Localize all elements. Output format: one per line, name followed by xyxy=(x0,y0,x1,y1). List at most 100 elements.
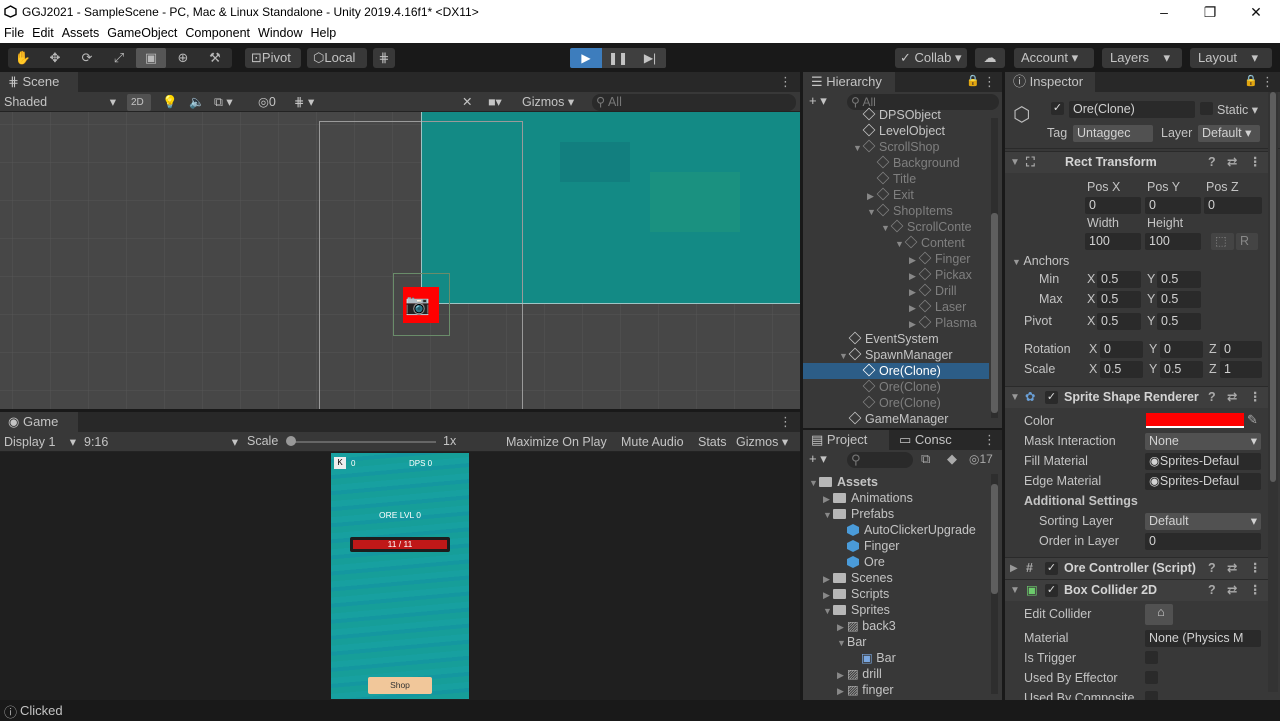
pivot-x-field[interactable]: 0.5 xyxy=(1097,313,1141,330)
rot-z-field[interactable]: 0 xyxy=(1220,341,1262,358)
project-item[interactable]: ▶ ▨ drill xyxy=(837,666,882,682)
project-search-input[interactable]: ⚲ xyxy=(847,452,913,468)
fill-material-field[interactable]: ◉Sprites-Defaul xyxy=(1145,453,1261,470)
maximize-icon[interactable]: ❐ xyxy=(1187,0,1233,24)
rotate-tool-icon[interactable]: ⟳ xyxy=(72,48,102,68)
rect-transform-header[interactable]: ▼ ⛶ Rect Transform ? ⇄ ⋮ xyxy=(1005,151,1268,173)
filter-label-icon[interactable]: ◆ xyxy=(947,451,957,467)
hierarchy-item[interactable]: ▶ Plasma xyxy=(803,315,989,331)
tag-dropdown[interactable]: Untaggec xyxy=(1073,125,1153,142)
collapsed-arrow-icon[interactable]: ▶ xyxy=(823,491,833,507)
used-by-effector-checkbox[interactable] xyxy=(1145,671,1158,684)
anchors-foldout[interactable]: ▼ Anchors xyxy=(1012,254,1069,268)
hierarchy-item[interactable]: Ore(Clone) xyxy=(803,363,989,379)
posx-field[interactable]: 0 xyxy=(1085,197,1141,214)
layer-dropdown[interactable]: Default ▾ xyxy=(1198,125,1260,142)
layers-dropdown[interactable]: Layers ▾ xyxy=(1102,48,1182,68)
hierarchy-item[interactable]: Background xyxy=(803,155,989,171)
max-y-field[interactable]: 0.5 xyxy=(1157,291,1201,308)
component-menu-icon[interactable]: ⋮ xyxy=(1249,152,1262,173)
component-menu-icon[interactable]: ⋮ xyxy=(1249,558,1262,579)
project-item[interactable]: Finger xyxy=(837,538,899,554)
raw-edit-button[interactable]: R xyxy=(1236,233,1258,250)
collapsed-arrow-icon[interactable]: ▶ xyxy=(837,619,847,635)
collapsed-arrow-icon[interactable]: ▶ xyxy=(823,571,833,587)
posz-field[interactable]: 0 xyxy=(1204,197,1262,214)
2d-toggle[interactable]: 2D xyxy=(127,94,151,111)
expanded-arrow-icon[interactable]: ▼ xyxy=(809,475,819,491)
scale-x-field[interactable]: 0.5 xyxy=(1100,361,1143,378)
game-screen[interactable]: K 0 DPS 0 ORE LVL 0 11 / 11 Shop xyxy=(331,453,469,699)
rot-y-field[interactable]: 0 xyxy=(1160,341,1203,358)
snap-grid-icon[interactable]: ⋕ xyxy=(373,48,395,68)
rect-tool-icon[interactable]: ▣ xyxy=(136,48,166,68)
grid-icon[interactable]: ⋕ ▾ xyxy=(290,94,326,111)
color-swatch[interactable] xyxy=(1146,413,1244,428)
tab-console[interactable]: ▭ Consc xyxy=(891,430,955,450)
inspector-scrollbar[interactable] xyxy=(1268,92,1278,692)
component-menu-icon[interactable]: ⋮ xyxy=(1249,580,1262,601)
hierarchy-item[interactable]: ▼ ScrollShop xyxy=(803,139,989,155)
cloud-icon[interactable]: ☁ xyxy=(975,48,1005,68)
scale-z-field[interactable]: 1 xyxy=(1220,361,1262,378)
hierarchy-item[interactable]: GameManager xyxy=(803,411,989,427)
collapsed-arrow-icon[interactable]: ▶ xyxy=(837,667,847,683)
sorting-layer-dropdown[interactable]: Default ▾ xyxy=(1145,513,1261,530)
height-field[interactable]: 100 xyxy=(1145,233,1201,250)
scene-search-input[interactable]: ⚲ All xyxy=(592,94,796,111)
collapsed-arrow-icon[interactable]: ▶ xyxy=(909,316,919,332)
expanded-arrow-icon[interactable]: ▼ xyxy=(839,348,849,364)
gizmos-dropdown[interactable]: Gizmos ▾ xyxy=(518,94,586,111)
collapsed-arrow-icon[interactable]: ▶ xyxy=(909,252,919,268)
project-item[interactable]: ▶ ▨ finger xyxy=(837,682,894,698)
collapsed-arrow-icon[interactable]: ▶ xyxy=(909,300,919,316)
tools-icon[interactable]: ✕ xyxy=(458,94,480,111)
shading-dropdown[interactable]: Shaded ▾ xyxy=(0,94,120,111)
scene-view[interactable]: 📷 xyxy=(0,112,800,409)
project-item[interactable]: ▼ Assets xyxy=(809,474,878,490)
hierarchy-item[interactable]: LevelObject xyxy=(803,123,989,139)
close-icon[interactable]: ✕ xyxy=(1233,0,1279,24)
effects-icon[interactable]: ⧉ ▾ xyxy=(210,94,250,111)
scale-tool-icon[interactable]: ⤢ xyxy=(104,48,134,68)
order-in-layer-field[interactable]: 0 xyxy=(1145,533,1261,550)
menu-file[interactable]: File xyxy=(0,24,28,40)
static-dropdown[interactable]: Static ▾ xyxy=(1217,102,1258,117)
width-field[interactable]: 100 xyxy=(1085,233,1141,250)
help-icon[interactable]: ? xyxy=(1208,152,1216,173)
hierarchy-item[interactable]: ▼ ScrollConte xyxy=(803,219,989,235)
collapsed-arrow-icon[interactable]: ▶ xyxy=(823,587,833,603)
max-x-field[interactable]: 0.5 xyxy=(1097,291,1141,308)
help-icon[interactable]: ? xyxy=(1208,387,1216,408)
scale-slider[interactable] xyxy=(288,441,436,443)
maximize-on-play-toggle[interactable]: Maximize On Play xyxy=(502,434,612,451)
project-item[interactable]: ▼ Sprites xyxy=(823,602,890,618)
scale-slider-thumb[interactable] xyxy=(286,436,296,446)
hidden-packages-toggle[interactable]: ◎17 xyxy=(969,452,993,466)
physics-material-field[interactable]: None (Physics M xyxy=(1145,630,1261,647)
hierarchy-item[interactable]: Title xyxy=(803,171,989,187)
filter-type-icon[interactable]: ⧉ xyxy=(921,451,930,467)
mask-interaction-dropdown[interactable]: None ▾ xyxy=(1145,433,1261,450)
preset-icon[interactable]: ⇄ xyxy=(1227,152,1237,173)
collab-dropdown[interactable]: ✓ Collab ▾ xyxy=(895,48,967,68)
pause-button[interactable]: ❚❚ xyxy=(602,48,634,68)
camera-icon[interactable]: ■▾ xyxy=(484,94,514,111)
hierarchy-item[interactable]: ▶ Exit xyxy=(803,187,989,203)
tab-game[interactable]: ◉ Game xyxy=(0,412,78,432)
hierarchy-item[interactable]: ▶ Laser xyxy=(803,299,989,315)
project-item[interactable]: ▶ Animations xyxy=(823,490,913,506)
box-collider-enabled-checkbox[interactable]: ✓ xyxy=(1045,584,1058,597)
sprite-renderer-enabled-checkbox[interactable]: ✓ xyxy=(1045,391,1058,404)
expanded-arrow-icon[interactable]: ▼ xyxy=(837,635,847,651)
layout-dropdown[interactable]: Layout ▾ xyxy=(1190,48,1272,68)
menu-component[interactable]: Component xyxy=(181,24,254,40)
account-dropdown[interactable]: Account ▾ xyxy=(1014,48,1094,68)
project-item[interactable]: ▶ Scripts xyxy=(823,586,889,602)
help-icon[interactable]: ? xyxy=(1208,558,1216,579)
tab-scene[interactable]: ⋕ Scene xyxy=(0,72,78,92)
hierarchy-item[interactable]: ▼ SpawnManager xyxy=(803,347,989,363)
move-tool-icon[interactable]: ✥ xyxy=(40,48,70,68)
scale-y-field[interactable]: 0.5 xyxy=(1160,361,1203,378)
custom-tool-icon[interactable]: ⚒ xyxy=(200,48,230,68)
